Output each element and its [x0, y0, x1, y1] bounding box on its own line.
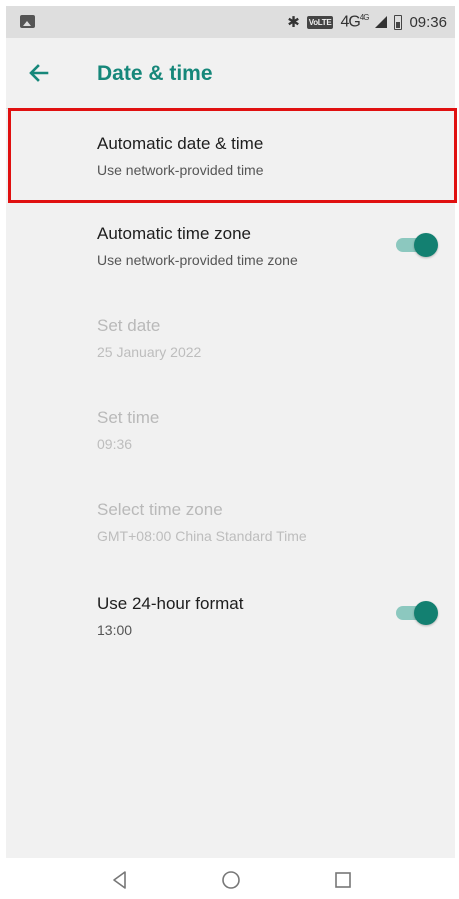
- setting-title: Automatic time zone: [97, 224, 252, 243]
- network-type-superscript: 4G: [359, 12, 370, 22]
- setting-title: Set time: [97, 408, 160, 427]
- network-type-text: 4G: [340, 13, 360, 31]
- setting-use-24-hour-format[interactable]: Use 24-hour format 13:00: [6, 572, 455, 664]
- setting-title: Use 24-hour format: [97, 594, 244, 613]
- back-triangle-icon: [113, 871, 126, 889]
- status-bar: ✱ VoLTE 4G4G 09:36: [6, 6, 455, 38]
- setting-subtitle: 09:36: [97, 436, 133, 452]
- image-notification-icon: [20, 15, 35, 28]
- nav-recents-button[interactable]: [331, 868, 355, 892]
- setting-subtitle: 25 January 2022: [97, 344, 202, 360]
- battery-icon: [394, 14, 403, 30]
- app-toolbar: Date & time: [6, 38, 455, 109]
- page-title: Date & time: [97, 62, 213, 85]
- setting-subtitle: Use network-provided time zone: [97, 252, 298, 268]
- use-24-hour-format-switch[interactable]: [394, 601, 438, 625]
- setting-title: Set date: [97, 316, 161, 335]
- volte-icon: VoLTE: [306, 15, 334, 29]
- switch-thumb: [414, 601, 438, 625]
- nav-home-button[interactable]: [219, 868, 243, 892]
- recents-square-icon: [335, 872, 351, 888]
- automatic-time-zone-switch[interactable]: [394, 233, 438, 257]
- status-icons: ✱ VoLTE 4G4G 09:36: [287, 12, 447, 32]
- signal-strength-icon: [375, 16, 388, 28]
- network-type-label: 4G4G: [340, 12, 370, 31]
- setting-subtitle: 13:00: [97, 622, 133, 638]
- back-button[interactable]: [24, 58, 54, 88]
- setting-set-date: Set date 25 January 2022: [6, 296, 455, 388]
- setting-set-time: Set time 09:36: [6, 388, 455, 480]
- setting-title: Select time zone: [97, 500, 223, 519]
- setting-title: Automatic date & time: [97, 134, 264, 153]
- setting-subtitle: GMT+08:00 China Standard Time: [97, 528, 307, 544]
- switch-thumb: [414, 233, 438, 257]
- setting-subtitle: Use network-provided time: [97, 162, 264, 178]
- setting-select-time-zone: Select time zone GMT+08:00 China Standar…: [6, 480, 455, 572]
- status-clock: 09:36: [409, 13, 447, 31]
- setting-automatic-time-zone[interactable]: Automatic time zone Use network-provided…: [6, 204, 455, 296]
- bluetooth-icon: ✱: [287, 14, 300, 31]
- navigation-bar: [0, 858, 459, 899]
- home-circle-icon: [222, 871, 240, 889]
- settings-screen: ✱ VoLTE 4G4G 09:36 Date & time Automatic…: [6, 6, 455, 858]
- nav-back-button[interactable]: [108, 868, 132, 892]
- arrow-left-icon: [29, 64, 49, 82]
- setting-automatic-date-time[interactable]: Automatic date & time Use network-provid…: [6, 112, 455, 204]
